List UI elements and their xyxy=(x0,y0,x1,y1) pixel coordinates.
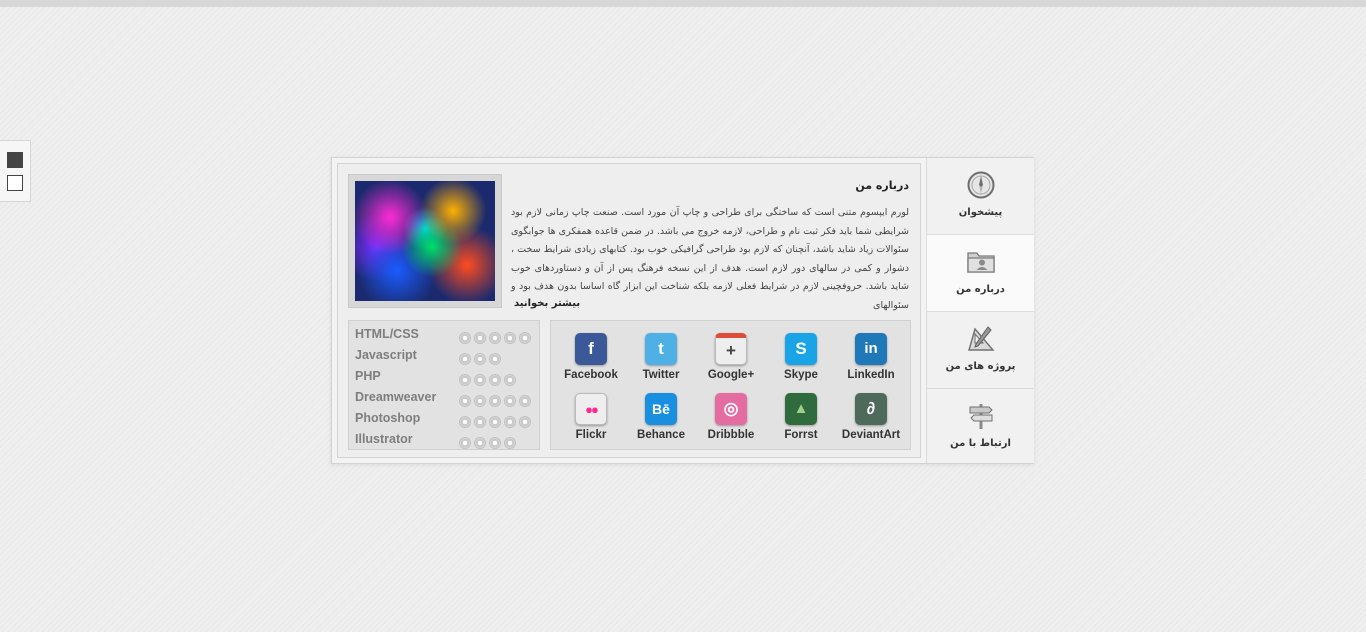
rating-star-icon xyxy=(459,437,471,449)
rating-star-icon xyxy=(519,416,531,428)
nav-item-dashboard[interactable]: پیشخوان xyxy=(927,158,1034,235)
skill-name: PHP xyxy=(355,369,381,383)
rating-star-icon xyxy=(459,395,471,407)
rating-star-icon xyxy=(519,395,531,407)
skill-name: HTML/CSS xyxy=(355,327,419,341)
forrst-icon: ▲ xyxy=(785,393,817,425)
skill-rating xyxy=(459,371,519,390)
profile-photo-frame xyxy=(348,174,502,308)
social-link-dribbble[interactable]: ◎ Dribbble xyxy=(696,393,766,451)
rating-star-icon xyxy=(504,395,516,407)
skill-row: Illustrator xyxy=(349,432,539,453)
profile-photo xyxy=(355,181,495,301)
skill-row: Dreamweaver xyxy=(349,390,539,411)
nav-item-about[interactable]: درباره من xyxy=(927,235,1034,312)
skill-rating xyxy=(459,392,534,411)
social-label: Google+ xyxy=(707,369,755,381)
social-link-twitter[interactable]: t Twitter xyxy=(626,333,696,391)
skype-icon: S xyxy=(785,333,817,365)
rating-star-icon xyxy=(489,416,501,428)
social-label: Behance xyxy=(637,429,685,441)
social-link-behance[interactable]: Bē Behance xyxy=(626,393,696,451)
facebook-icon: f xyxy=(575,333,607,365)
social-label: DeviantArt xyxy=(841,429,901,441)
dribbble-icon: ◎ xyxy=(715,393,747,425)
profile-card: درباره من لورم ایپسوم متنی است که ساختگی… xyxy=(331,157,1034,464)
social-link-facebook[interactable]: f Facebook xyxy=(556,333,626,391)
skill-row: Javascript xyxy=(349,348,539,369)
drafting-tools-icon xyxy=(967,326,995,351)
flickr-icon: ●● xyxy=(575,393,607,425)
skill-name: Illustrator xyxy=(355,432,413,446)
skill-rating xyxy=(459,434,519,453)
linkedin-icon: in xyxy=(855,333,887,365)
skill-row: Photoshop xyxy=(349,411,539,432)
skill-name: Photoshop xyxy=(355,411,421,425)
social-label: Facebook xyxy=(564,369,618,381)
skill-rating xyxy=(459,350,504,369)
rating-star-icon xyxy=(489,353,501,365)
social-label: Dribbble xyxy=(707,429,755,441)
rating-star-icon xyxy=(474,416,486,428)
rating-star-icon xyxy=(519,332,531,344)
theme-switcher xyxy=(0,140,31,202)
social-links-panel: f Facebook t Twitter + Google+ S Skype i… xyxy=(550,320,911,450)
signpost-icon xyxy=(969,404,993,429)
nav-item-projects[interactable]: پروژه های من xyxy=(927,312,1034,389)
skill-row: HTML/CSS xyxy=(349,327,539,348)
rating-star-icon xyxy=(474,374,486,386)
compass-icon xyxy=(967,171,994,199)
social-link-deviantart[interactable]: ∂ DeviantArt xyxy=(836,393,906,451)
rating-star-icon xyxy=(504,374,516,386)
social-link-google-plus[interactable]: + Google+ xyxy=(696,333,766,391)
nav-label: درباره من xyxy=(956,284,1005,295)
rating-star-icon xyxy=(459,416,471,428)
side-navigation: پیشخوان درباره من پروژه های من ارتباط با… xyxy=(926,158,1034,463)
deviantart-icon: ∂ xyxy=(855,393,887,425)
rating-star-icon xyxy=(474,332,486,344)
rating-star-icon xyxy=(504,332,516,344)
skills-panel: HTML/CSS Javascript PHP Dreamweaver Phot… xyxy=(348,320,540,450)
about-title: درباره من xyxy=(855,179,909,192)
skill-rating xyxy=(459,329,534,348)
skill-name: Dreamweaver xyxy=(355,390,437,404)
social-link-flickr[interactable]: ●● Flickr xyxy=(556,393,626,451)
skill-row: PHP xyxy=(349,369,539,390)
top-bar xyxy=(0,0,1366,7)
skill-name: Javascript xyxy=(355,348,417,362)
rating-star-icon xyxy=(489,332,501,344)
behance-icon: Bē xyxy=(645,393,677,425)
skill-rating xyxy=(459,413,534,432)
rating-star-icon xyxy=(489,395,501,407)
social-link-forrst[interactable]: ▲ Forrst xyxy=(766,393,836,451)
social-label: LinkedIn xyxy=(847,369,895,381)
nav-label: پیشخوان xyxy=(958,207,1003,218)
nav-item-contact[interactable]: ارتباط با من xyxy=(927,389,1034,465)
dark-theme-swatch[interactable] xyxy=(7,152,23,168)
social-link-linkedin[interactable]: in LinkedIn xyxy=(836,333,906,391)
rating-star-icon xyxy=(504,416,516,428)
social-label: Skype xyxy=(784,369,818,381)
nav-label: ارتباط با من xyxy=(950,438,1011,449)
rating-star-icon xyxy=(474,437,486,449)
rating-star-icon xyxy=(459,332,471,344)
google-plus-icon: + xyxy=(715,333,747,365)
read-more-link[interactable]: بیشتر بخوانید xyxy=(514,298,580,309)
rating-star-icon xyxy=(489,437,501,449)
rating-star-icon xyxy=(474,395,486,407)
about-panel: درباره من لورم ایپسوم متنی است که ساختگی… xyxy=(337,163,921,458)
social-label: Twitter xyxy=(642,369,680,381)
rating-star-icon xyxy=(489,374,501,386)
folder-user-icon xyxy=(966,252,995,273)
nav-label: پروژه های من xyxy=(945,361,1016,372)
rating-star-icon xyxy=(459,353,471,365)
rating-star-icon xyxy=(474,353,486,365)
social-link-skype[interactable]: S Skype xyxy=(766,333,836,391)
twitter-icon: t xyxy=(645,333,677,365)
social-label: Flickr xyxy=(575,429,607,441)
rating-star-icon xyxy=(504,437,516,449)
light-theme-swatch[interactable] xyxy=(7,175,23,191)
rating-star-icon xyxy=(459,374,471,386)
social-label: Forrst xyxy=(784,429,818,441)
